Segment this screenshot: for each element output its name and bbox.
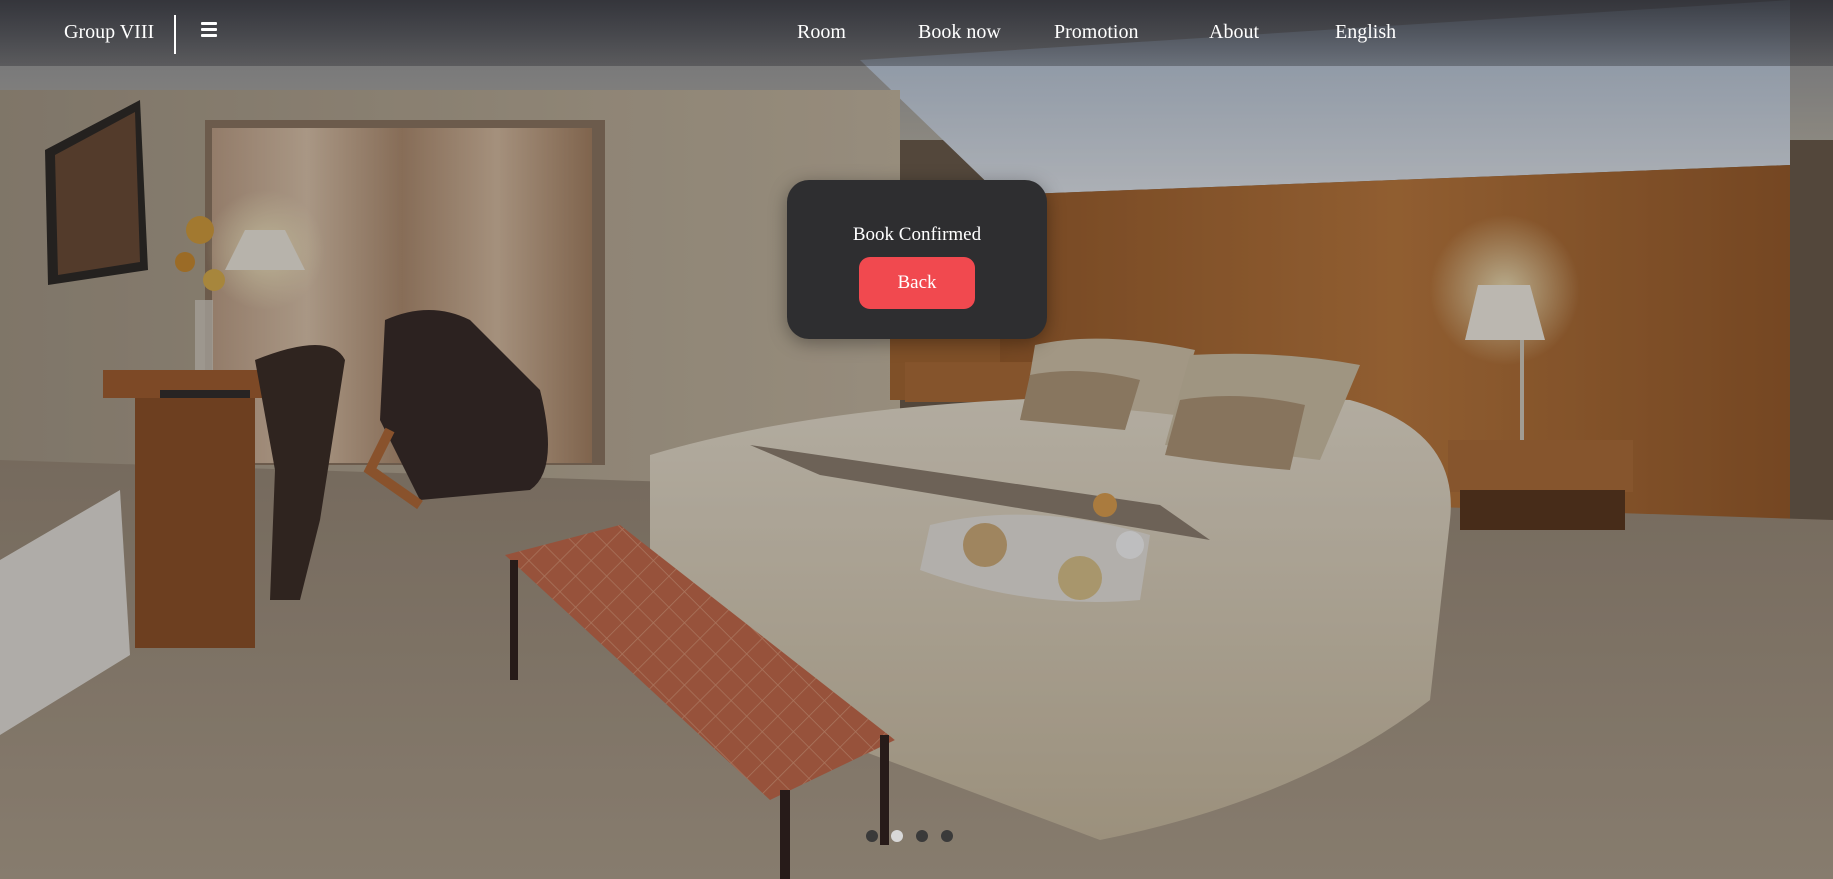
brand-name[interactable]: Group VIII: [64, 19, 154, 45]
hotel-room-background-image: [0, 0, 1833, 879]
top-navbar: Group VIII Room Book now Promotion About…: [0, 0, 1833, 66]
nav-link-book-now[interactable]: Book now: [918, 19, 1001, 45]
nav-link-promotion[interactable]: Promotion: [1054, 19, 1138, 45]
booking-confirmed-modal: Book Confirmed Back: [787, 180, 1047, 339]
nav-link-about[interactable]: About: [1209, 19, 1259, 45]
language-selector[interactable]: English: [1335, 19, 1396, 45]
back-button[interactable]: Back: [859, 257, 975, 309]
carousel-dot-active[interactable]: [891, 830, 903, 842]
hamburger-menu-icon[interactable]: [201, 22, 217, 38]
modal-title: Book Confirmed: [852, 224, 982, 245]
carousel-dot[interactable]: [866, 830, 878, 842]
carousel-indicators: [866, 830, 966, 844]
brand-divider: [174, 15, 176, 54]
carousel-dot[interactable]: [941, 830, 953, 842]
hero-section: Group VIII Room Book now Promotion About…: [0, 0, 1833, 879]
carousel-dot[interactable]: [916, 830, 928, 842]
nav-link-room[interactable]: Room: [797, 19, 846, 45]
